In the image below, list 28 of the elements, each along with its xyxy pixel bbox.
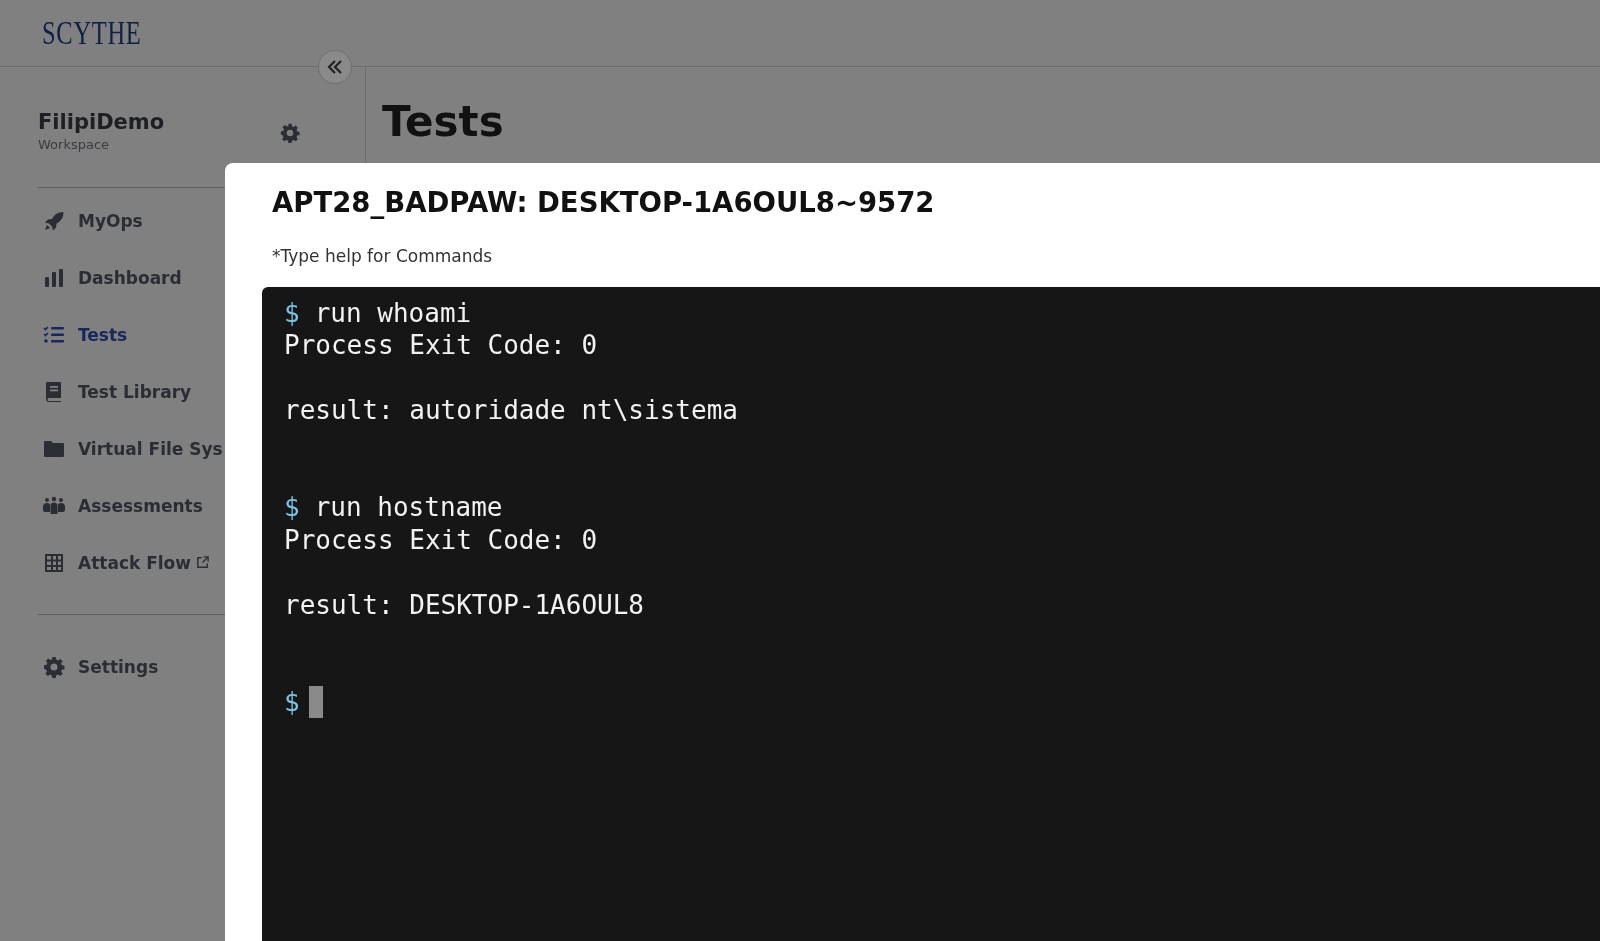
- modal-title: APT28_BADPAW: DESKTOP-1A6OUL8~9572: [272, 186, 936, 218]
- output-text: result: autoridade nt\sistema: [284, 394, 738, 427]
- output-text: result: DESKTOP-1A6OUL8: [284, 588, 645, 621]
- prompt-sign: $: [284, 297, 300, 330]
- prompt-sign: $: [284, 491, 300, 524]
- collapse-button[interactable]: [318, 50, 352, 84]
- nav-item[interactable]: Virtual File Sys: [38, 420, 225, 477]
- nav-item[interactable]: Dashboard: [38, 249, 225, 306]
- command-text: run whoami: [314, 297, 472, 330]
- nav-item[interactable]: Settings: [38, 638, 225, 695]
- nav-item[interactable]: MyOps: [38, 192, 225, 249]
- text-cursor: [308, 685, 323, 718]
- settings-icon: [42, 654, 66, 679]
- prompt-sign: $: [284, 685, 300, 719]
- output-text: Process Exit Code: 0: [284, 329, 598, 362]
- logo: SCYTHE: [42, 13, 143, 53]
- nav-item[interactable]: Tests: [38, 306, 225, 363]
- terminal[interactable]: $ run whoami Process Exit Code: 0 result: autoridade nt\sistema $ run hostname Process Exit Code: 0 result: DESKTOP-1A6OUL8 $: [262, 287, 1600, 941]
- nav-item[interactable]: Attack Flow: [38, 534, 225, 591]
- page-title: Tests: [382, 97, 505, 146]
- nav-item[interactable]: Assessments: [38, 477, 225, 534]
- workspace-label: Workspace: [38, 137, 111, 152]
- hint-text: *Type help for Commands: [272, 246, 494, 266]
- settings-icon[interactable]: [279, 122, 301, 144]
- command-text: run hostname: [314, 491, 503, 524]
- workspace-name: FilipiDemo: [38, 110, 165, 134]
- nav-item[interactable]: Test Library: [38, 363, 225, 420]
- output-text: Process Exit Code: 0: [284, 523, 598, 557]
